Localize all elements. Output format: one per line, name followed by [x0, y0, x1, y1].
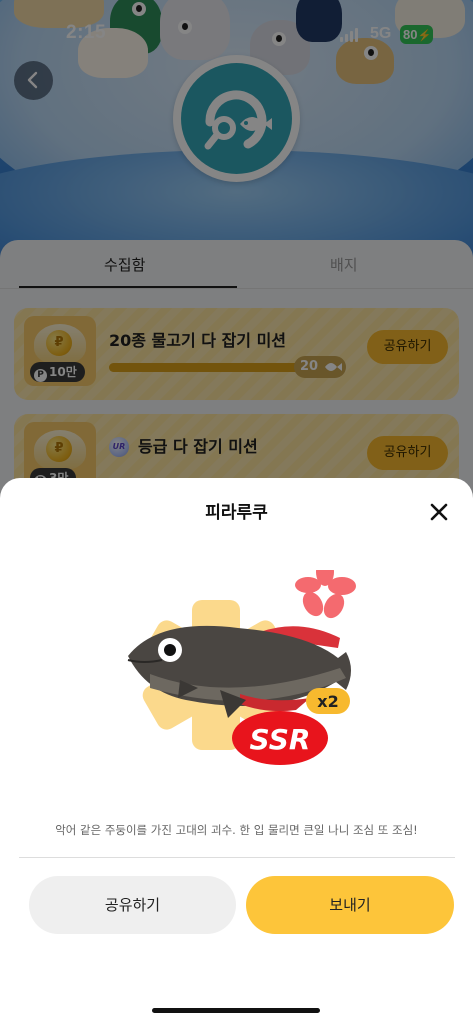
sheet-divider	[19, 857, 455, 858]
close-button[interactable]	[426, 499, 452, 525]
rarity-text: SSR	[250, 723, 311, 756]
multiplier-tag: x2	[306, 688, 350, 714]
flower-decoration	[295, 570, 356, 619]
close-icon	[430, 503, 448, 521]
fish-detail-sheet: 피라루쿠 x2 SSR 악어 같은 주둥이를 가진 고대의 괴수. 한 입 물리…	[0, 478, 473, 1024]
home-indicator	[152, 1008, 320, 1013]
rarity-badge: SSR	[232, 711, 328, 765]
multiplier-text: x2	[317, 692, 338, 711]
send-button[interactable]: 보내기	[246, 876, 454, 934]
fish-illustration: x2 SSR	[127, 570, 356, 765]
sheet-title: 피라루쿠	[205, 503, 268, 523]
share-button[interactable]: 공유하기	[29, 876, 236, 934]
fish-description: 악어 같은 주둥이를 가진 고대의 괴수. 한 입 물리면 큰일 나니 조심 또…	[55, 823, 418, 837]
